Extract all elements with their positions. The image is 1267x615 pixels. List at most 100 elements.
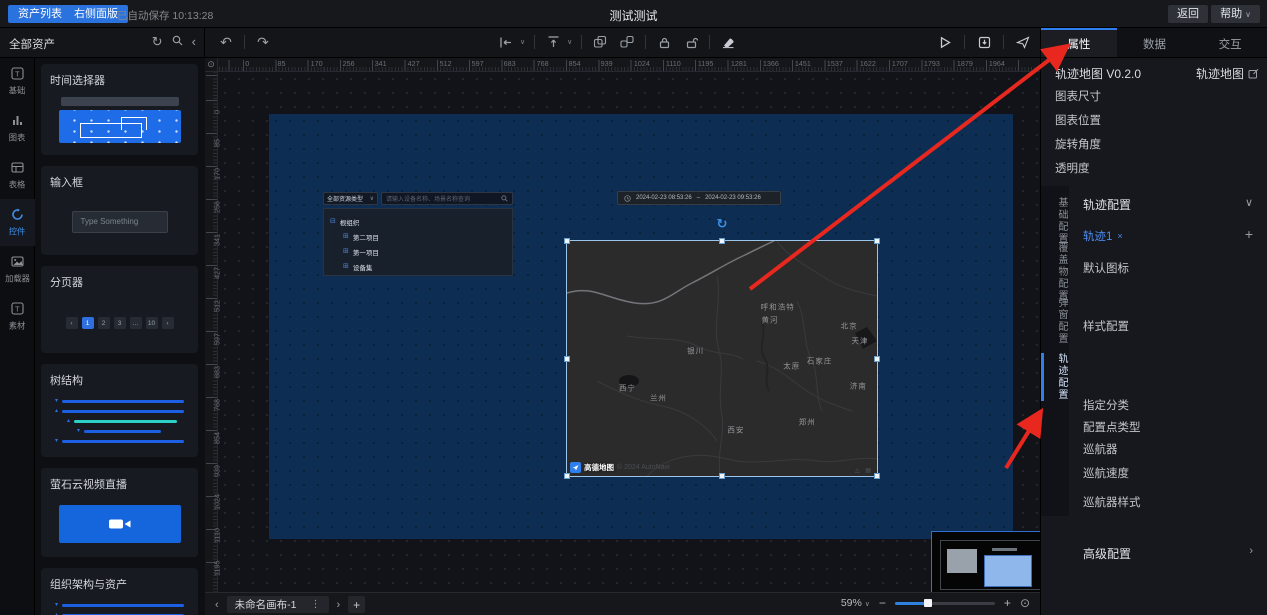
topbar: 资产列表 右侧面版 已自动保存 10:13:28 测试测试 返回 帮助∨: [0, 0, 1267, 28]
resize-handle-ne[interactable]: [874, 238, 880, 244]
date-range-picker[interactable]: 2024-02-23 08:53:26 – 2024-02-23 09:53:2…: [617, 191, 781, 205]
collapse-node-icon[interactable]: ⊟: [330, 218, 336, 225]
tab-properties[interactable]: 属性: [1041, 28, 1117, 57]
redo-icon[interactable]: ↷: [254, 33, 272, 51]
align-left-icon[interactable]: [497, 33, 515, 51]
map-copyright: © 2024 AutoNavi: [617, 464, 670, 471]
collapse-panel-icon[interactable]: ‹: [192, 35, 196, 49]
canvas-work-area[interactable]: 全部资源类型∨ 请输入设备名称、场景名称查询 ⊟根组织 ⊞第二项目 ⊞第一项目 …: [218, 72, 1040, 592]
time-picker-input-preview: [61, 97, 179, 106]
zoom-level-dropdown[interactable]: 59% ∨: [841, 597, 870, 609]
canvas-tab[interactable]: 未命名画布-1 ⋮: [227, 596, 329, 613]
zoom-slider-handle[interactable]: [924, 599, 932, 607]
zoom-level-value: 59%: [841, 597, 862, 609]
tree-preview: ▾ ▴ ▴ ▾ ▾: [41, 393, 198, 457]
minimap[interactable]: [931, 531, 1040, 592]
resize-handle-sw[interactable]: [564, 473, 570, 479]
tab-interaction[interactable]: 交互: [1192, 28, 1267, 57]
rail-label: 图表: [9, 132, 26, 144]
resize-handle-n[interactable]: [719, 238, 725, 244]
canvas-viewport[interactable]: 全部资源类型∨ 请输入设备名称、场景名称查询 ⊟根组织 ⊞第二项目 ⊞第一项目 …: [205, 58, 1040, 592]
prev-canvas-icon[interactable]: ‹: [215, 599, 219, 611]
undo-icon[interactable]: ↶: [217, 33, 235, 51]
expand-node-icon[interactable]: ⊞: [343, 248, 349, 255]
date-start-value: 2024-02-23 08:53:26: [636, 195, 692, 201]
side-tab-popup-config[interactable]: 弹窗配置: [1041, 297, 1069, 345]
asset-card-time-picker[interactable]: 时间选择器: [41, 64, 198, 155]
collapse-section-icon[interactable]: ∨: [1245, 196, 1253, 209]
ruler-top-label: 1964: [989, 59, 1005, 67]
canvas-tab-menu-icon[interactable]: ⋮: [311, 599, 321, 610]
preview-play-icon[interactable]: [936, 33, 954, 51]
rail-label: 素材: [9, 320, 26, 332]
search-icon[interactable]: [172, 35, 183, 49]
help-button[interactable]: 帮助∨: [1211, 5, 1260, 23]
asset-card-pagination[interactable]: 分页器 ‹ 1 2 3 ... 10 ›: [41, 266, 198, 353]
zoom-slider[interactable]: [895, 602, 995, 605]
tree-node[interactable]: ⊞第二项目: [330, 229, 512, 244]
zoom-out-icon[interactable]: −: [879, 596, 886, 610]
svg-text:T: T: [15, 305, 20, 314]
chevron-down-icon[interactable]: ∨: [567, 38, 572, 46]
input-preview: Type Something: [72, 211, 168, 233]
add-canvas-button[interactable]: +: [348, 596, 365, 613]
tree-node[interactable]: ⊞设备集: [330, 259, 512, 274]
ungroup-icon[interactable]: [618, 33, 636, 51]
fit-view-eye-icon[interactable]: ⊙: [1020, 596, 1030, 610]
resize-handle-se[interactable]: [874, 473, 880, 479]
expand-section-icon[interactable]: ›: [1249, 545, 1253, 557]
resize-handle-w[interactable]: [564, 356, 570, 362]
rail-item-controls[interactable]: 控件: [0, 199, 35, 246]
track-map-component[interactable]: 呼和浩特黄河北京天津银川太原石家庄济南西宁兰州西安郑州 高德地图 © 2024 …: [567, 241, 877, 476]
zoom-in-icon[interactable]: +: [1004, 596, 1011, 610]
device-search-input[interactable]: 请输入设备名称、场景名称查询: [381, 192, 513, 205]
side-tab-basic-config[interactable]: 基础配置: [1041, 197, 1069, 245]
group-icon[interactable]: [591, 33, 609, 51]
next-canvas-icon[interactable]: ›: [337, 599, 341, 611]
track-tab-1[interactable]: 轨迹1: [1083, 228, 1112, 244]
refresh-icon[interactable]: ↻: [152, 35, 163, 49]
asset-card-org-assets[interactable]: 组织架构与资产 ▾ ▴ ▴ ▾ ▾: [41, 568, 198, 615]
resource-type-dropdown[interactable]: 全部资源类型∨: [323, 192, 378, 205]
publish-icon[interactable]: [1014, 33, 1032, 51]
add-track-icon[interactable]: +: [1245, 226, 1253, 242]
ruler-toggle-eye-icon[interactable]: ⊙: [205, 58, 218, 72]
map-controls: △ ▤: [855, 467, 873, 474]
rotate-handle-icon[interactable]: ↻: [717, 216, 728, 232]
lock-icon[interactable]: [655, 33, 673, 51]
ruler-left-label: 1195: [213, 561, 221, 576]
side-tab-track-config[interactable]: 轨迹配置: [1041, 353, 1069, 401]
back-button[interactable]: 返回: [1168, 5, 1208, 23]
tree-node[interactable]: ⊞第一项目: [330, 244, 512, 259]
rail-item-materials[interactable]: T 素材: [0, 293, 35, 340]
resize-handle-e[interactable]: [874, 356, 880, 362]
asset-card-ezviz-video[interactable]: 萤石云视频直播: [41, 468, 198, 557]
chevron-down-icon[interactable]: ∨: [520, 38, 525, 46]
toolbar-separator: [1003, 35, 1004, 49]
snapshot-save-icon[interactable]: [975, 33, 993, 51]
side-tab-overlay-config[interactable]: 覆盖物配置: [1041, 242, 1069, 302]
asset-list-button[interactable]: 资产列表: [8, 5, 72, 23]
expand-node-icon[interactable]: ⊞: [343, 263, 349, 270]
eraser-icon[interactable]: [719, 33, 737, 51]
align-top-icon[interactable]: [544, 33, 562, 51]
rail-item-tables[interactable]: 表格: [0, 152, 35, 199]
text-box-icon: T: [11, 302, 24, 315]
component-link[interactable]: 轨迹地图: [1196, 65, 1259, 82]
map-city-label: 银川: [687, 346, 704, 357]
rail-item-basic[interactable]: T 基础: [0, 58, 35, 105]
resize-handle-nw[interactable]: [564, 238, 570, 244]
close-track-icon[interactable]: ×: [1117, 231, 1122, 241]
expand-node-icon[interactable]: ⊞: [343, 233, 349, 240]
asset-card-tree[interactable]: 树结构 ▾ ▴ ▴ ▾ ▾: [41, 364, 198, 457]
amap-logo-icon: [570, 462, 581, 473]
tab-data[interactable]: 数据: [1117, 28, 1193, 57]
org-tree-widget[interactable]: 全部资源类型∨ 请输入设备名称、场景名称查询 ⊟根组织 ⊞第二项目 ⊞第一项目 …: [323, 192, 513, 276]
unlock-icon[interactable]: [682, 33, 700, 51]
tree-node[interactable]: ⊟根组织: [330, 214, 512, 229]
rail-item-charts[interactable]: 图表: [0, 105, 35, 152]
ruler-left-label: 1024: [213, 494, 221, 510]
asset-card-input[interactable]: 输入框 Type Something: [41, 166, 198, 255]
resize-handle-s[interactable]: [719, 473, 725, 479]
rail-item-loaders[interactable]: 加载器: [0, 246, 35, 293]
